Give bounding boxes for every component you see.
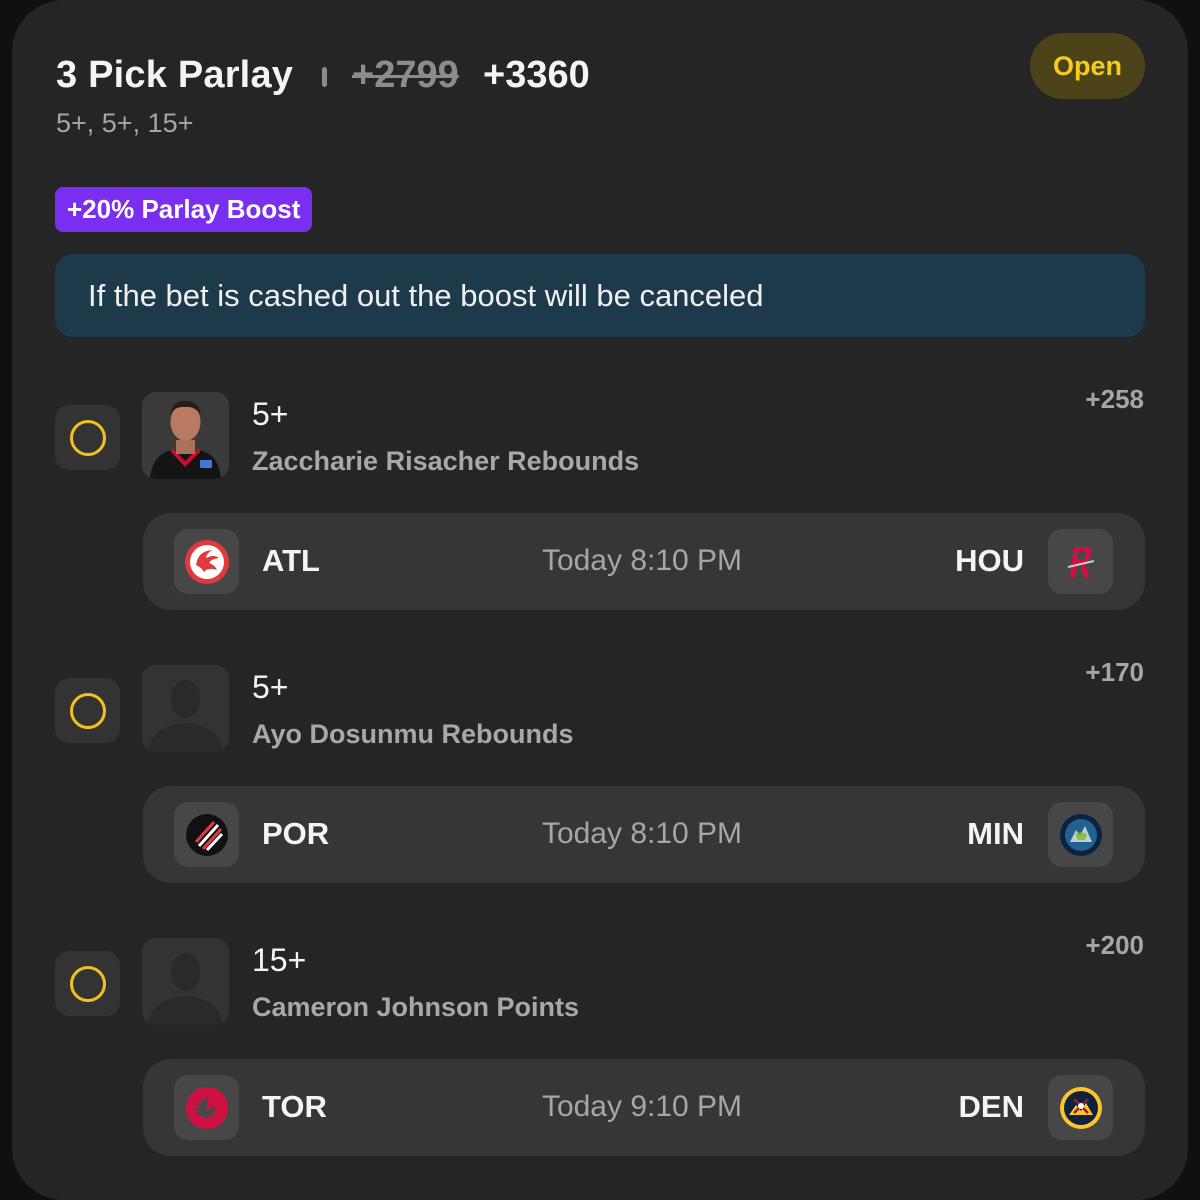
game-matchup[interactable]: ATL Today 8:10 PM HOU bbox=[143, 513, 1145, 610]
parlay-leg[interactable]: 5+ Zaccharie Risacher Rebounds +258 ATL … bbox=[0, 384, 1200, 622]
person-silhouette-icon bbox=[142, 665, 229, 752]
pending-circle-icon bbox=[69, 965, 106, 1002]
home-team: HOU bbox=[955, 543, 1024, 578]
leg-odds: +200 bbox=[1085, 930, 1144, 960]
person-silhouette-icon bbox=[142, 938, 229, 1025]
nuggets-logo-icon bbox=[1048, 1075, 1113, 1140]
player-avatar bbox=[142, 392, 229, 479]
leg-line: 5+ bbox=[252, 396, 289, 432]
boost-notice-banner: If the bet is cashed out the boost will … bbox=[55, 254, 1145, 337]
player-photo-icon bbox=[142, 392, 229, 479]
leg-market: Cameron Johnson Points bbox=[252, 992, 580, 1022]
leg-market: Ayo Dosunmu Rebounds bbox=[252, 719, 574, 749]
leg-line: 15+ bbox=[252, 942, 307, 978]
parlay-leg[interactable]: 15+ Cameron Johnson Points +200 TOR Toda… bbox=[0, 930, 1200, 1168]
pending-circle-icon bbox=[69, 692, 106, 729]
boosted-odds: +3360 bbox=[483, 54, 590, 96]
home-team: MIN bbox=[967, 816, 1024, 851]
rockets-logo-icon bbox=[1048, 529, 1113, 594]
timberwolves-logo-icon bbox=[1048, 802, 1113, 867]
leg-odds: +258 bbox=[1085, 384, 1144, 414]
home-team: DEN bbox=[958, 1089, 1024, 1124]
parlay-lines-summary: 5+, 5+, 15+ bbox=[56, 108, 194, 138]
game-matchup[interactable]: TOR Today 9:10 PM DEN bbox=[143, 1059, 1145, 1156]
parlay-leg[interactable]: 5+ Ayo Dosunmu Rebounds +170 POR Today 8… bbox=[0, 657, 1200, 895]
parlay-boost-badge: +20% Parlay Boost bbox=[55, 187, 313, 232]
leg-status-indicator bbox=[55, 951, 120, 1016]
title-divider bbox=[322, 67, 327, 87]
parlay-title: 3 Pick Parlay bbox=[56, 54, 294, 96]
player-avatar-placeholder bbox=[142, 938, 229, 1025]
status-badge: Open bbox=[1030, 33, 1145, 99]
leg-odds: +170 bbox=[1085, 657, 1144, 687]
player-avatar-placeholder bbox=[142, 665, 229, 752]
leg-status-indicator bbox=[55, 678, 120, 743]
leg-status-indicator bbox=[55, 405, 120, 470]
original-odds: +2799 bbox=[352, 54, 459, 96]
game-matchup[interactable]: POR Today 8:10 PM MIN bbox=[143, 786, 1145, 883]
leg-market: Zaccharie Risacher Rebounds bbox=[252, 446, 640, 476]
pending-circle-icon bbox=[69, 419, 106, 456]
leg-line: 5+ bbox=[252, 669, 289, 705]
